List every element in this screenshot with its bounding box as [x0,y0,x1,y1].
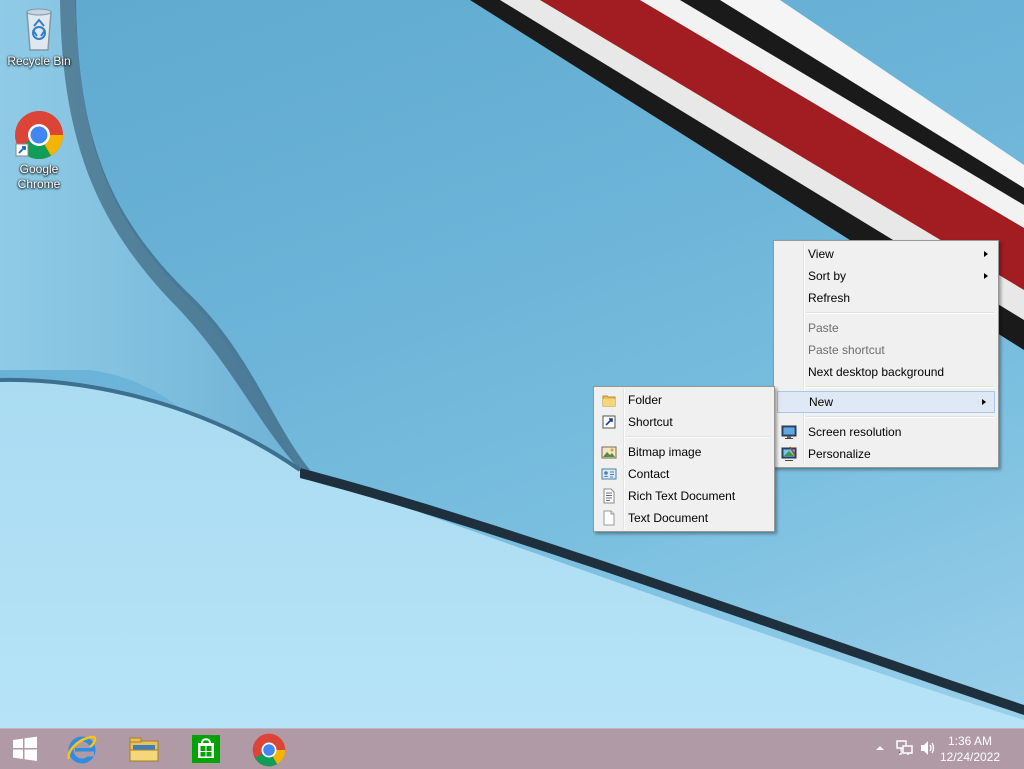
start-button[interactable] [0,729,50,769]
folder-icon [602,395,616,407]
submenu-item-text-document-label: Text Document [628,511,709,525]
menu-item-view-label: View [808,247,834,261]
menu-item-screen-resolution-label: Screen resolution [808,425,902,439]
chrome-icon [15,111,64,160]
recycle-bin-glyph-icon [26,8,52,51]
windows-logo-icon [13,736,37,761]
shortcut-icon [602,415,616,429]
submenu-item-contact[interactable]: Contact [596,463,772,485]
personalize-icon [781,446,797,461]
submenu-arrow-icon [982,399,986,405]
submenu-item-shortcut[interactable]: Shortcut [596,411,772,433]
menu-separator [626,436,770,438]
taskbar: 1:36 AM 12/24/2022 [0,728,1024,769]
menu-item-new-label: New [809,395,834,409]
network-icon [896,740,913,755]
submenu-item-rich-text-document[interactable]: Rich Text Document [596,485,772,507]
contact-icon [601,468,617,480]
clock-time: 1:36 AM [947,734,993,748]
submenu-arrow-icon [984,273,988,279]
submenu-item-folder[interactable]: Folder [596,389,772,411]
store-icon [192,735,220,763]
menu-item-paste-shortcut-label: Paste shortcut [808,343,885,357]
menu-item-sort-by-label: Sort by [808,269,847,283]
submenu-arrow-icon [984,251,988,257]
menu-item-next-desktop-background[interactable]: Next desktop background [776,361,996,383]
submenu-item-contact-label: Contact [628,467,670,481]
taskbar-file-explorer[interactable] [116,729,172,769]
desktop-context-menu: View Sort by Refresh Paste Paste shortcu… [773,240,999,468]
submenu-item-bitmap-image[interactable]: Bitmap image [596,441,772,463]
submenu-item-rich-text-document-label: Rich Text Document [628,489,736,503]
new-submenu: Folder Shortcut Bitmap image Contact Ric [593,386,775,532]
menu-separator [806,416,994,418]
text-document-icon [603,510,615,526]
menu-item-screen-resolution[interactable]: Screen resolution [776,421,996,443]
recycle-bin-icon[interactable]: Recycle Bin [1,6,77,69]
network-tray-button[interactable] [896,740,914,759]
menu-item-personalize[interactable]: Personalize [776,443,996,465]
rich-text-document-icon [603,488,615,504]
submenu-item-text-document[interactable]: Text Document [596,507,772,529]
internet-explorer-icon [67,735,97,764]
google-chrome-label: Google Chrome [17,162,61,191]
show-hidden-icons-button[interactable] [875,742,885,756]
clock-date: 12/24/2022 [939,750,1001,764]
menu-item-personalize-label: Personalize [808,447,871,461]
menu-item-paste[interactable]: Paste [776,317,996,339]
menu-item-new[interactable]: New [777,391,995,413]
menu-item-paste-shortcut[interactable]: Paste shortcut [776,339,996,361]
menu-item-next-desktop-background-label: Next desktop background [808,365,945,379]
screen-resolution-icon [781,425,797,439]
taskbar-internet-explorer[interactable] [54,729,110,769]
menu-item-sort-by[interactable]: Sort by [776,265,996,287]
menu-item-paste-label: Paste [808,321,839,335]
menu-item-view[interactable]: View [776,243,996,265]
menu-item-refresh-label: Refresh [808,291,851,305]
submenu-item-folder-label: Folder [628,393,663,407]
submenu-item-shortcut-label: Shortcut [628,415,673,429]
taskbar-google-chrome[interactable] [240,729,296,769]
file-explorer-icon [129,737,159,762]
bitmap-image-icon [601,446,617,459]
chevron-up-icon [876,746,884,750]
menu-item-refresh[interactable]: Refresh [776,287,996,309]
google-chrome-desktop-icon[interactable]: Google Chrome [1,110,77,192]
submenu-item-bitmap-image-label: Bitmap image [628,445,702,459]
taskbar-clock[interactable]: 1:36 AM 12/24/2022 [930,733,1010,765]
menu-separator [806,386,994,388]
menu-separator [806,312,994,314]
chrome-icon [252,733,286,767]
recycle-bin-label: Recycle Bin [7,54,71,68]
taskbar-store[interactable] [178,729,234,769]
